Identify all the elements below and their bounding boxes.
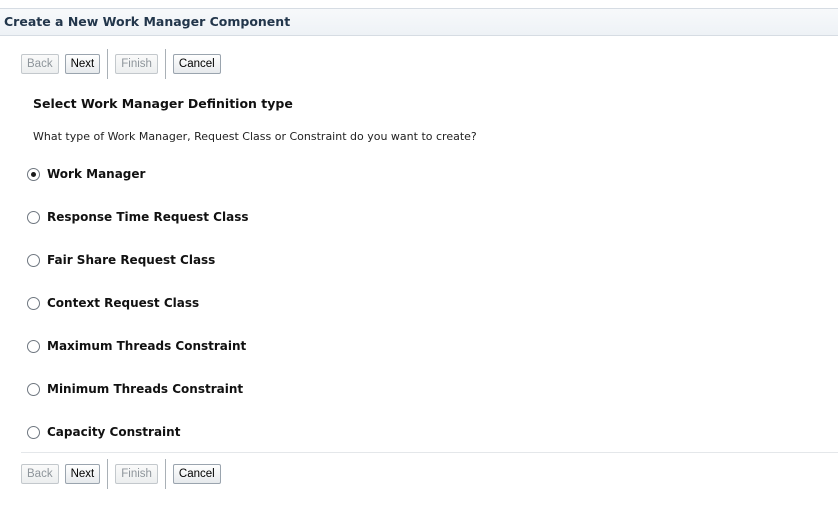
option-minimum-threads-constraint[interactable]: Minimum Threads Constraint — [27, 379, 243, 399]
question-text: What type of Work Manager, Request Class… — [33, 130, 477, 143]
radio-button[interactable] — [27, 382, 40, 396]
option-response-time-request-class[interactable]: Response Time Request Class — [27, 207, 249, 227]
next-button[interactable]: Next — [64, 54, 101, 74]
option-label[interactable]: Response Time Request Class — [47, 210, 249, 224]
option-context-request-class[interactable]: Context Request Class — [27, 293, 199, 313]
option-work-manager[interactable]: Work Manager — [27, 164, 145, 184]
option-fair-share-request-class[interactable]: Fair Share Request Class — [27, 250, 215, 270]
title-bar: Create a New Work Manager Component — [0, 8, 838, 36]
wizard-frame: Create a New Work Manager Component Back… — [0, 0, 838, 516]
cancel-button[interactable]: Cancel — [172, 464, 221, 484]
finish-button[interactable]: Finish — [115, 464, 158, 484]
divider — [21, 452, 838, 453]
radio-button[interactable] — [27, 253, 40, 267]
button-separator — [107, 459, 109, 489]
radio-button[interactable] — [27, 425, 40, 439]
option-label[interactable]: Fair Share Request Class — [47, 253, 215, 267]
button-separator — [164, 49, 166, 79]
option-label[interactable]: Capacity Constraint — [47, 425, 180, 439]
page-title: Create a New Work Manager Component — [4, 14, 291, 29]
section-title: Select Work Manager Definition type — [33, 96, 293, 111]
radio-button[interactable] — [27, 296, 40, 310]
top-button-bar: Back Next Finish Cancel — [21, 49, 221, 79]
radio-button-selected[interactable] — [27, 167, 40, 181]
cancel-button[interactable]: Cancel — [172, 54, 221, 74]
back-button[interactable]: Back — [21, 54, 59, 74]
option-maximum-threads-constraint[interactable]: Maximum Threads Constraint — [27, 336, 246, 356]
option-label[interactable]: Minimum Threads Constraint — [47, 382, 243, 396]
button-separator — [107, 49, 109, 79]
option-label[interactable]: Work Manager — [47, 167, 145, 181]
next-button[interactable]: Next — [64, 464, 101, 484]
button-separator — [164, 459, 166, 489]
finish-button[interactable]: Finish — [115, 54, 158, 74]
option-capacity-constraint[interactable]: Capacity Constraint — [27, 422, 180, 442]
back-button[interactable]: Back — [21, 464, 59, 484]
radio-button[interactable] — [27, 339, 40, 353]
radio-button[interactable] — [27, 210, 40, 224]
option-label[interactable]: Context Request Class — [47, 296, 199, 310]
option-label[interactable]: Maximum Threads Constraint — [47, 339, 246, 353]
bottom-button-bar: Back Next Finish Cancel — [21, 459, 221, 489]
